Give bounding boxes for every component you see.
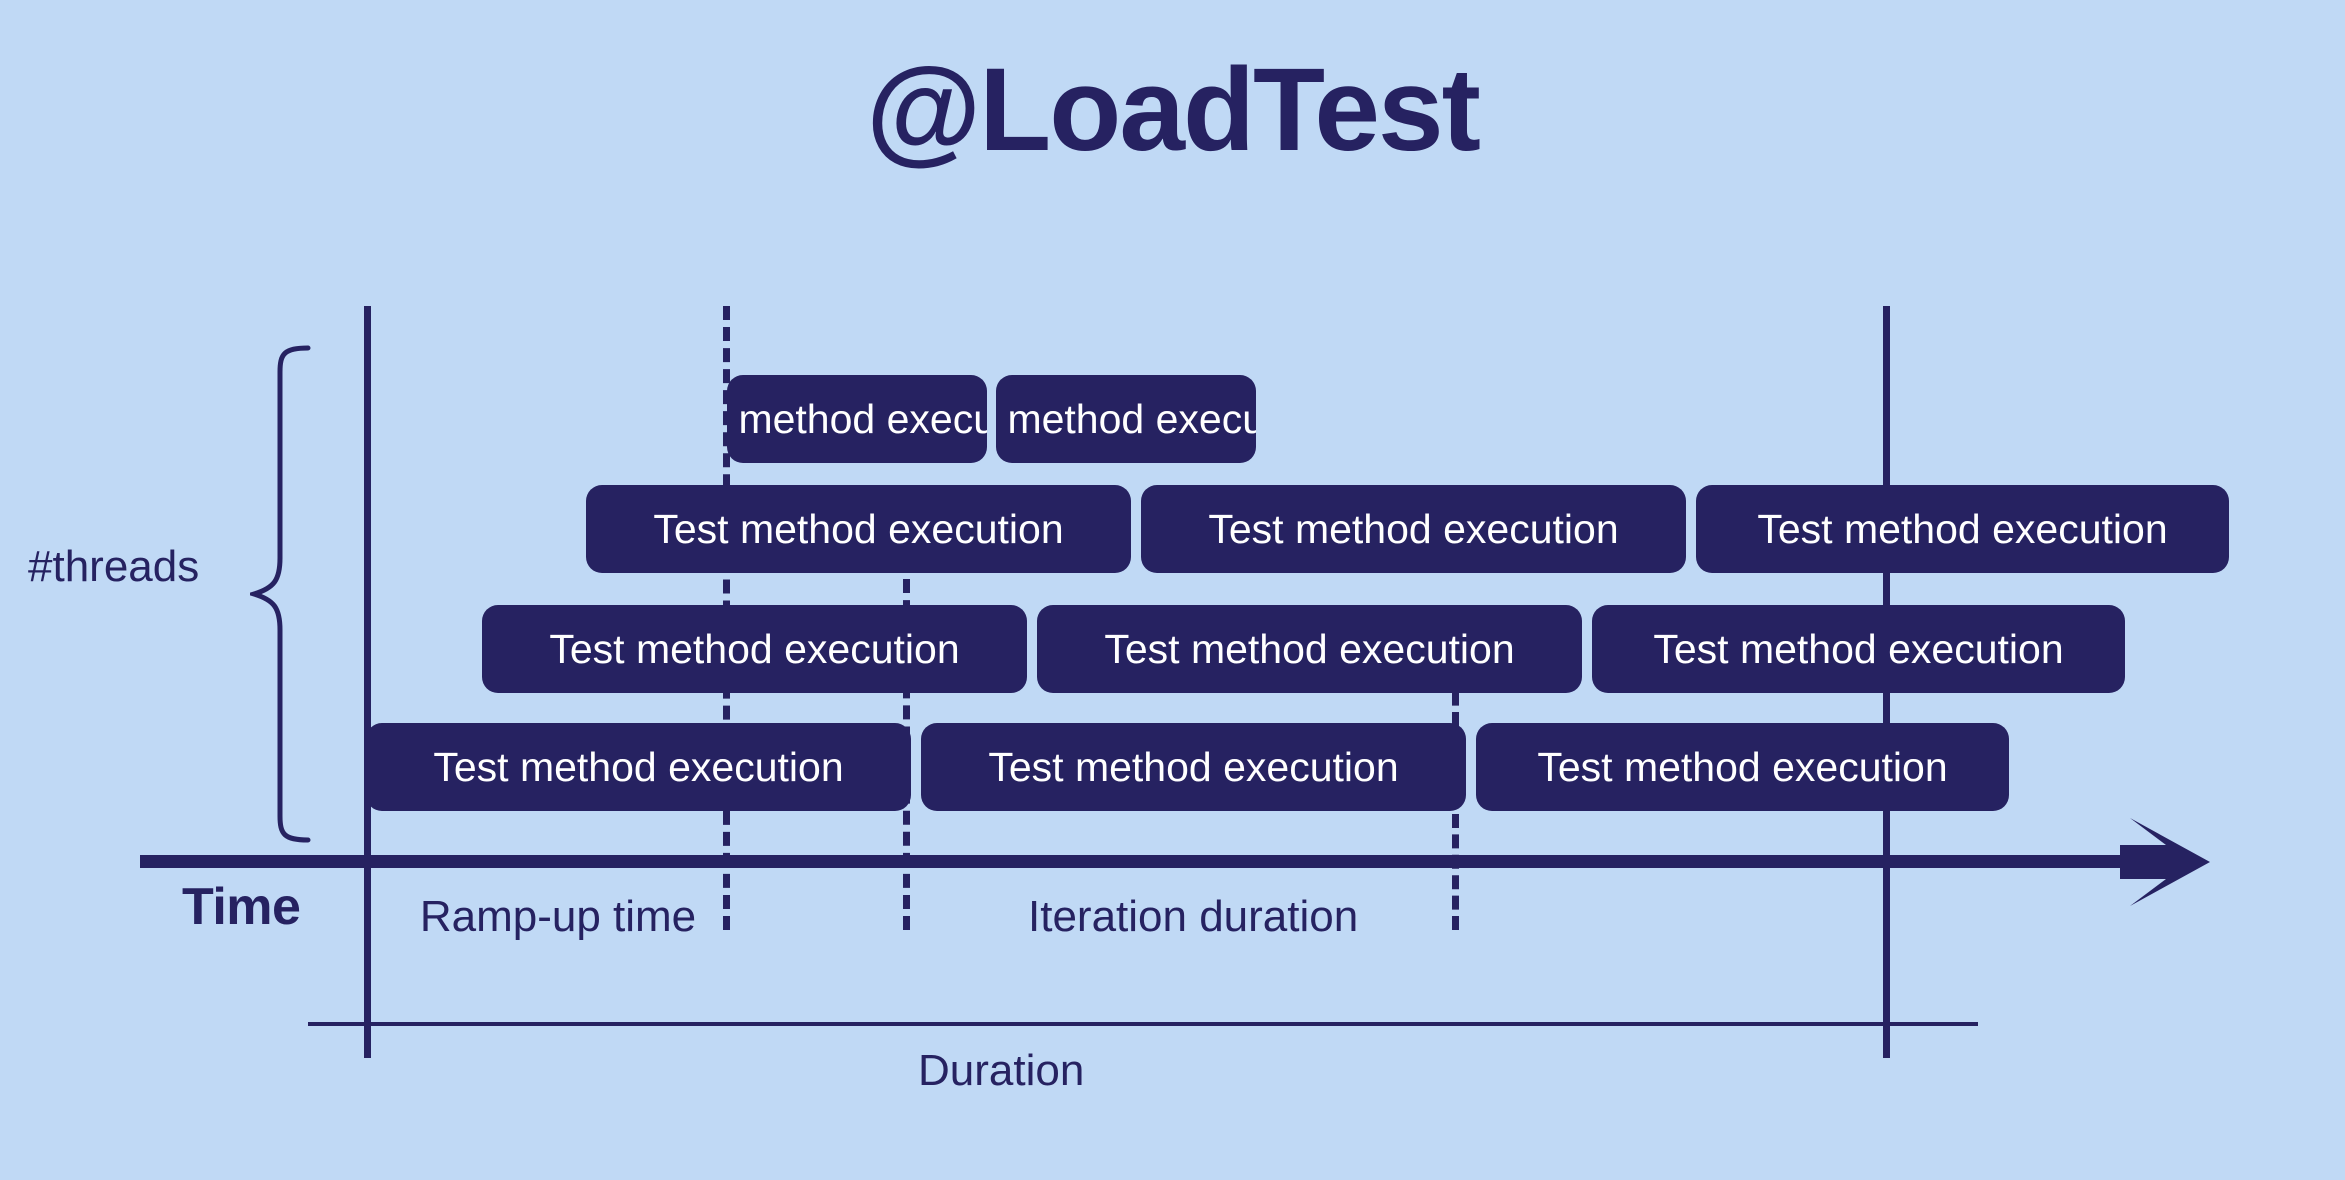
duration-span-line	[308, 1022, 1978, 1026]
ramp-start-line	[364, 306, 371, 1058]
diagram-canvas: @LoadTest #threads Test method execution…	[0, 0, 2345, 1180]
test-method-execution-bar: Test method execution	[586, 485, 1131, 573]
test-method-execution-bar: Test method execution	[1476, 723, 2009, 811]
time-axis	[140, 855, 2180, 868]
threads-axis-label: #threads	[28, 542, 200, 591]
test-method-execution-bar: Test method execution	[996, 375, 1256, 463]
test-method-execution-bar: Test method execution	[1696, 485, 2229, 573]
iteration-duration-label: Iteration duration	[1028, 892, 1359, 941]
test-method-execution-bar: Test method execution	[1141, 485, 1686, 573]
test-method-execution-bar: Test method execution	[921, 723, 1466, 811]
test-method-execution-bar: Test method execution	[482, 605, 1027, 693]
ramp-up-time-label: Ramp-up time	[419, 892, 697, 941]
test-method-execution-bar: Test method execution	[727, 375, 987, 463]
test-method-execution-bar: Test method execution	[1037, 605, 1582, 693]
test-method-execution-bar: Test method execution	[1592, 605, 2125, 693]
arrow-right-icon	[2120, 818, 2210, 906]
duration-label: Duration	[918, 1046, 1085, 1095]
threads-brace-icon	[250, 345, 311, 843]
page-title: @LoadTest	[866, 44, 1481, 176]
time-axis-label: Time	[182, 878, 301, 936]
test-method-execution-bar: Test method execution	[366, 723, 911, 811]
